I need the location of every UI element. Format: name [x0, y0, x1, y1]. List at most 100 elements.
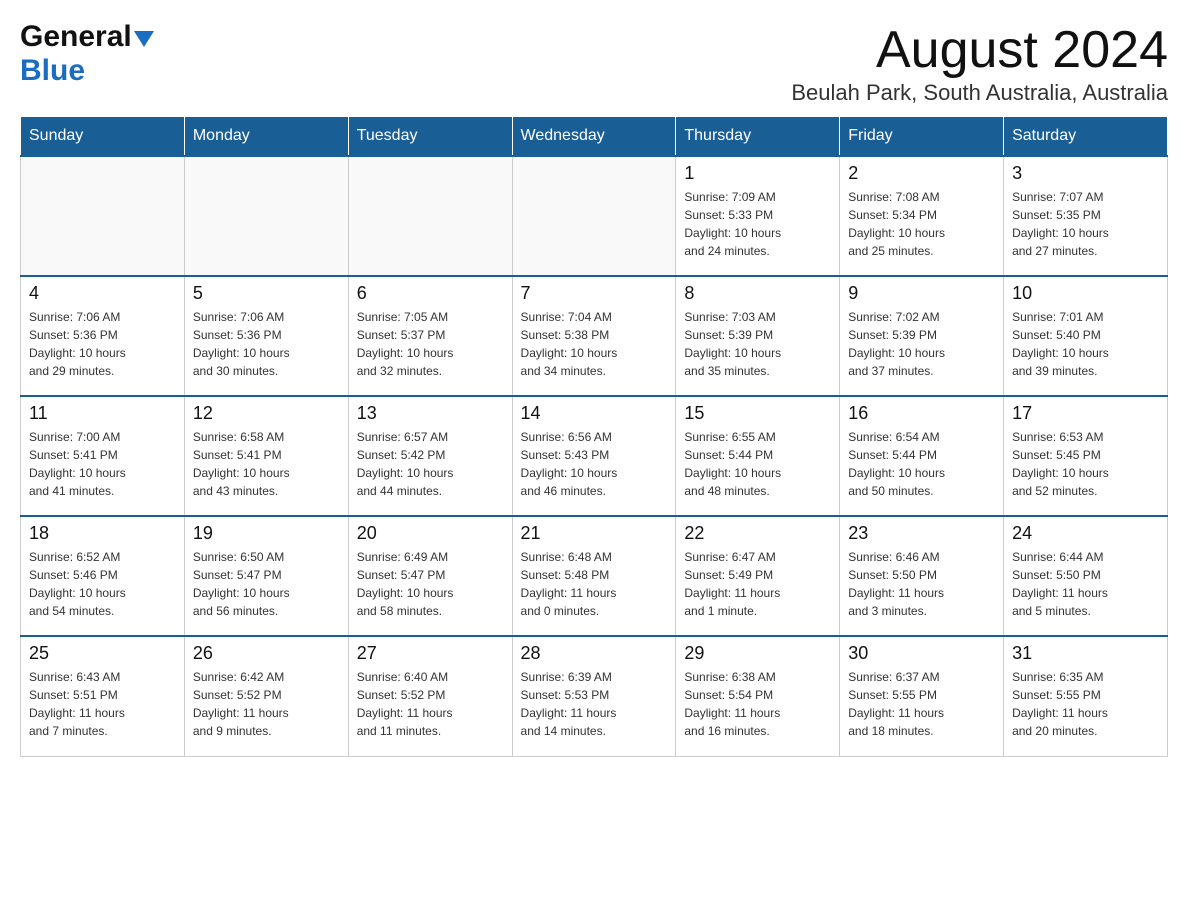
- location-subtitle: Beulah Park, South Australia, Australia: [791, 80, 1168, 106]
- calendar-cell: 24 Sunrise: 6:44 AM Sunset: 5:50 PM Dayli…: [1004, 516, 1168, 636]
- day-info: Sunrise: 7:00 AM Sunset: 5:41 PM Dayligh…: [29, 428, 176, 500]
- calendar-cell: 1 Sunrise: 7:09 AM Sunset: 5:33 PM Daylig…: [676, 156, 840, 276]
- day-number: 26: [193, 643, 340, 664]
- logo: General Blue: [20, 20, 154, 88]
- day-info: Sunrise: 6:35 AM Sunset: 5:55 PM Dayligh…: [1012, 668, 1159, 740]
- day-number: 20: [357, 523, 504, 544]
- day-header-saturday: Saturday: [1004, 117, 1168, 157]
- day-info: Sunrise: 7:05 AM Sunset: 5:37 PM Dayligh…: [357, 308, 504, 380]
- day-number: 21: [521, 523, 668, 544]
- calendar-cell: 13Sunrise: 6:57 AM Sunset: 5:42 PM Dayli…: [348, 396, 512, 516]
- day-number: 2: [848, 163, 995, 184]
- week-row-3: 11 Sunrise: 7:00 AM Sunset: 5:41 PM Dayli…: [21, 396, 1168, 516]
- calendar-cell: 16Sunrise: 6:54 AM Sunset: 5:44 PM Dayli…: [840, 396, 1004, 516]
- day-info: Sunrise: 7:01 AM Sunset: 5:40 PM Dayligh…: [1012, 308, 1159, 380]
- day-number: 12: [193, 403, 340, 424]
- day-info: Sunrise: 6:48 AM Sunset: 5:48 PM Dayligh…: [521, 548, 668, 620]
- calendar-cell: 20 Sunrise: 6:49 AM Sunset: 5:47 PM Dayli…: [348, 516, 512, 636]
- day-info: Sunrise: 7:04 AM Sunset: 5:38 PM Dayligh…: [521, 308, 668, 380]
- day-info: Sunrise: 6:46 AM Sunset: 5:50 PM Dayligh…: [848, 548, 995, 620]
- calendar-cell: [21, 156, 185, 276]
- calendar-title: August 2024: [791, 20, 1168, 80]
- day-number: 10: [1012, 283, 1159, 304]
- day-info: Sunrise: 6:52 AM Sunset: 5:46 PM Dayligh…: [29, 548, 176, 620]
- day-header-sunday: Sunday: [21, 117, 185, 157]
- day-number: 25: [29, 643, 176, 664]
- day-number: 16: [848, 403, 995, 424]
- calendar-cell: 15 Sunrise: 6:55 AM Sunset: 5:44 PM Dayli…: [676, 396, 840, 516]
- calendar-cell: 18 Sunrise: 6:52 AM Sunset: 5:46 PM Dayli…: [21, 516, 185, 636]
- day-number: 28: [521, 643, 668, 664]
- day-info: Sunrise: 6:44 AM Sunset: 5:50 PM Dayligh…: [1012, 548, 1159, 620]
- day-number: 17: [1012, 403, 1159, 424]
- calendar-cell: 8 Sunrise: 7:03 AM Sunset: 5:39 PM Daylig…: [676, 276, 840, 396]
- day-number: 4: [29, 283, 176, 304]
- day-number: 9: [848, 283, 995, 304]
- day-info: Sunrise: 6:43 AM Sunset: 5:51 PM Dayligh…: [29, 668, 176, 740]
- calendar-cell: 29 Sunrise: 6:38 AM Sunset: 5:54 PM Dayli…: [676, 636, 840, 756]
- day-number: 22: [684, 523, 831, 544]
- day-info: Sunrise: 6:57 AM Sunset: 5:42 PM Dayligh…: [357, 428, 504, 500]
- day-info: Sunrise: 6:49 AM Sunset: 5:47 PM Dayligh…: [357, 548, 504, 620]
- day-info: Sunrise: 6:37 AM Sunset: 5:55 PM Dayligh…: [848, 668, 995, 740]
- day-info: Sunrise: 6:50 AM Sunset: 5:47 PM Dayligh…: [193, 548, 340, 620]
- header: General Blue August 2024 Beulah Park, So…: [20, 20, 1168, 106]
- calendar-cell: 27 Sunrise: 6:40 AM Sunset: 5:52 PM Dayli…: [348, 636, 512, 756]
- day-info: Sunrise: 6:56 AM Sunset: 5:43 PM Dayligh…: [521, 428, 668, 500]
- week-row-2: 4 Sunrise: 7:06 AM Sunset: 5:36 PM Daylig…: [21, 276, 1168, 396]
- calendar-cell: 2Sunrise: 7:08 AM Sunset: 5:34 PM Daylig…: [840, 156, 1004, 276]
- calendar-cell: [348, 156, 512, 276]
- calendar-table: SundayMondayTuesdayWednesdayThursdayFrid…: [20, 116, 1168, 757]
- week-row-4: 18 Sunrise: 6:52 AM Sunset: 5:46 PM Dayli…: [21, 516, 1168, 636]
- day-number: 7: [521, 283, 668, 304]
- day-info: Sunrise: 7:03 AM Sunset: 5:39 PM Dayligh…: [684, 308, 831, 380]
- day-number: 1: [684, 163, 831, 184]
- day-info: Sunrise: 7:07 AM Sunset: 5:35 PM Dayligh…: [1012, 188, 1159, 260]
- day-number: 3: [1012, 163, 1159, 184]
- day-info: Sunrise: 6:38 AM Sunset: 5:54 PM Dayligh…: [684, 668, 831, 740]
- day-number: 18: [29, 523, 176, 544]
- calendar-cell: 6 Sunrise: 7:05 AM Sunset: 5:37 PM Daylig…: [348, 276, 512, 396]
- day-info: Sunrise: 7:06 AM Sunset: 5:36 PM Dayligh…: [29, 308, 176, 380]
- calendar-cell: 10 Sunrise: 7:01 AM Sunset: 5:40 PM Dayli…: [1004, 276, 1168, 396]
- calendar-cell: 23 Sunrise: 6:46 AM Sunset: 5:50 PM Dayli…: [840, 516, 1004, 636]
- calendar-cell: [512, 156, 676, 276]
- logo-blue-text: Blue: [20, 54, 85, 87]
- day-number: 19: [193, 523, 340, 544]
- day-number: 24: [1012, 523, 1159, 544]
- day-number: 14: [521, 403, 668, 424]
- day-number: 23: [848, 523, 995, 544]
- calendar-cell: 21 Sunrise: 6:48 AM Sunset: 5:48 PM Dayli…: [512, 516, 676, 636]
- day-number: 29: [684, 643, 831, 664]
- day-info: Sunrise: 6:40 AM Sunset: 5:52 PM Dayligh…: [357, 668, 504, 740]
- logo-general-text: General: [20, 20, 132, 54]
- calendar-cell: 19 Sunrise: 6:50 AM Sunset: 5:47 PM Dayli…: [184, 516, 348, 636]
- day-info: Sunrise: 6:53 AM Sunset: 5:45 PM Dayligh…: [1012, 428, 1159, 500]
- calendar-cell: 14 Sunrise: 6:56 AM Sunset: 5:43 PM Dayli…: [512, 396, 676, 516]
- calendar-cell: 3 Sunrise: 7:07 AM Sunset: 5:35 PM Daylig…: [1004, 156, 1168, 276]
- day-info: Sunrise: 6:55 AM Sunset: 5:44 PM Dayligh…: [684, 428, 831, 500]
- logo-triangle-icon: [134, 31, 154, 47]
- day-number: 15: [684, 403, 831, 424]
- day-info: Sunrise: 7:09 AM Sunset: 5:33 PM Dayligh…: [684, 188, 831, 260]
- week-row-5: 25 Sunrise: 6:43 AM Sunset: 5:51 PM Dayli…: [21, 636, 1168, 756]
- calendar-header-row: SundayMondayTuesdayWednesdayThursdayFrid…: [21, 117, 1168, 157]
- day-info: Sunrise: 6:58 AM Sunset: 5:41 PM Dayligh…: [193, 428, 340, 500]
- day-header-wednesday: Wednesday: [512, 117, 676, 157]
- calendar-cell: 5Sunrise: 7:06 AM Sunset: 5:36 PM Daylig…: [184, 276, 348, 396]
- day-number: 11: [29, 403, 176, 424]
- day-info: Sunrise: 7:06 AM Sunset: 5:36 PM Dayligh…: [193, 308, 340, 380]
- calendar-cell: 17 Sunrise: 6:53 AM Sunset: 5:45 PM Dayli…: [1004, 396, 1168, 516]
- calendar-cell: 11 Sunrise: 7:00 AM Sunset: 5:41 PM Dayli…: [21, 396, 185, 516]
- calendar-cell: 9 Sunrise: 7:02 AM Sunset: 5:39 PM Daylig…: [840, 276, 1004, 396]
- day-number: 27: [357, 643, 504, 664]
- day-info: Sunrise: 7:02 AM Sunset: 5:39 PM Dayligh…: [848, 308, 995, 380]
- day-number: 6: [357, 283, 504, 304]
- calendar-cell: 25 Sunrise: 6:43 AM Sunset: 5:51 PM Dayli…: [21, 636, 185, 756]
- calendar-cell: 28Sunrise: 6:39 AM Sunset: 5:53 PM Dayli…: [512, 636, 676, 756]
- calendar-cell: 31Sunrise: 6:35 AM Sunset: 5:55 PM Dayli…: [1004, 636, 1168, 756]
- title-area: August 2024 Beulah Park, South Australia…: [791, 20, 1168, 106]
- day-header-monday: Monday: [184, 117, 348, 157]
- day-number: 8: [684, 283, 831, 304]
- day-info: Sunrise: 6:47 AM Sunset: 5:49 PM Dayligh…: [684, 548, 831, 620]
